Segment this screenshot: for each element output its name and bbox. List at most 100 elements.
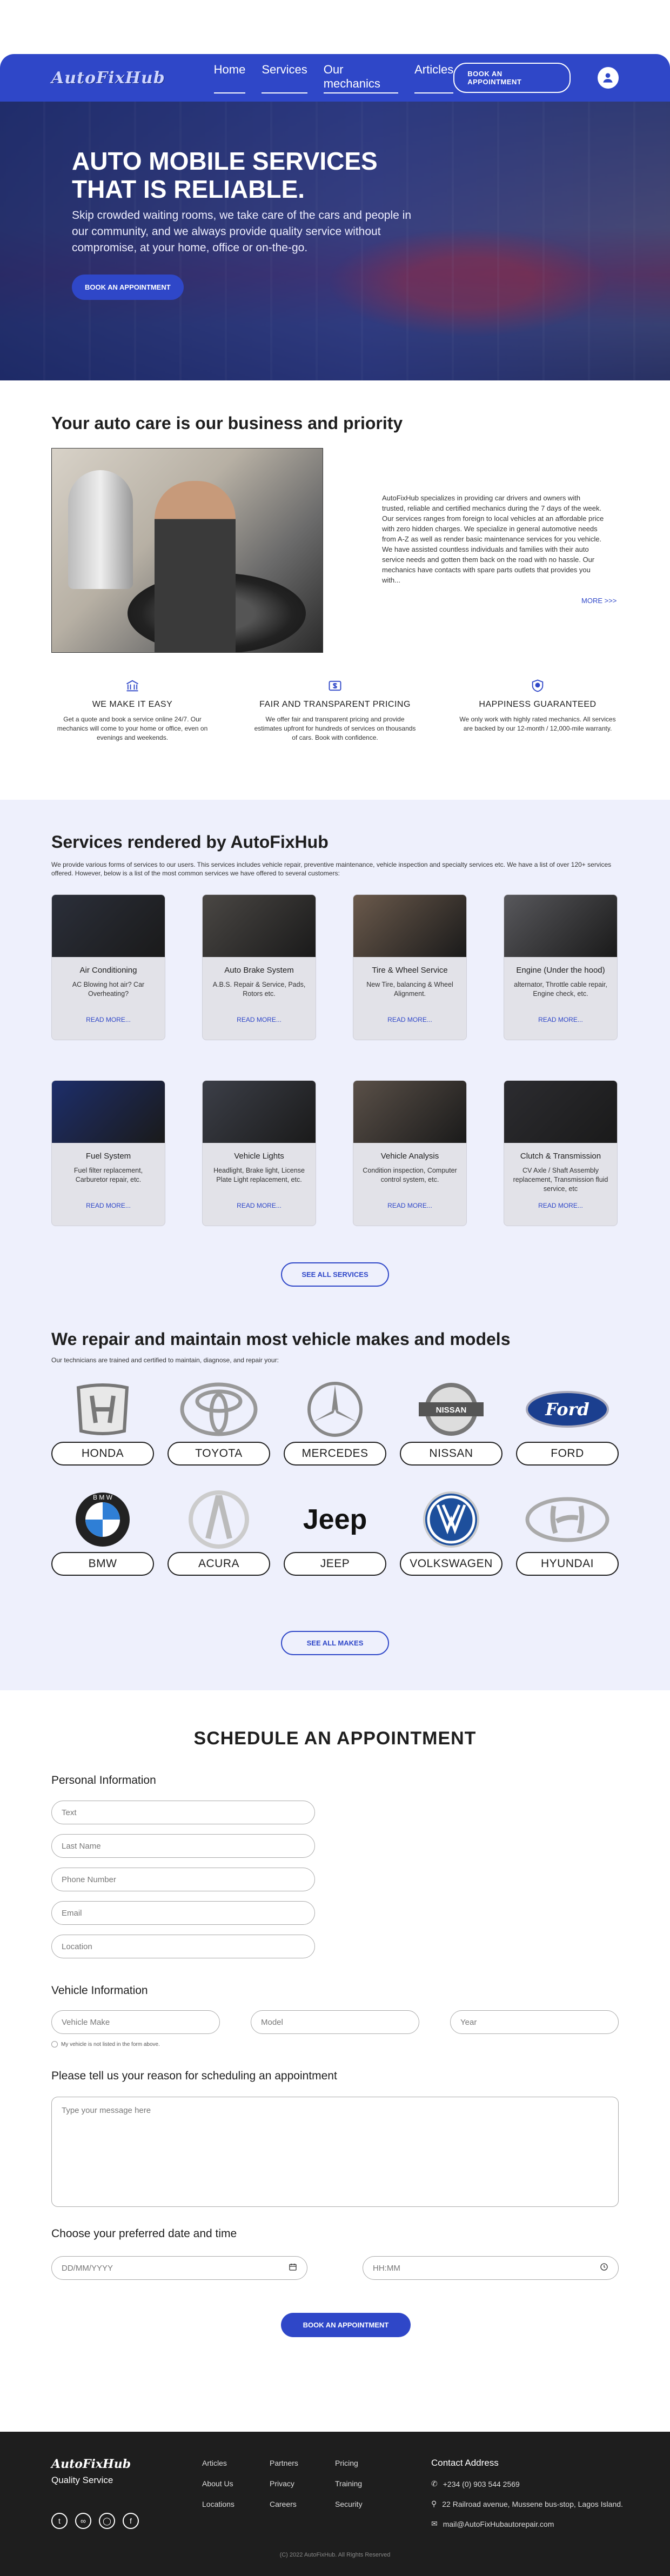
- phone-input[interactable]: Phone Number: [51, 1868, 315, 1891]
- nav-link-services[interactable]: Services: [262, 63, 307, 93]
- make-jeep[interactable]: Jeep JEEP: [284, 1487, 386, 1576]
- service-card[interactable]: Auto Brake System A.B.S. Repair & Service…: [202, 894, 316, 1040]
- service-card[interactable]: Clutch & Transmission CV Axle / Shaft Ass…: [504, 1080, 618, 1226]
- mail-icon: ✉: [431, 2519, 438, 2528]
- last-name-input[interactable]: Last Name: [51, 1834, 315, 1858]
- user-account-icon[interactable]: [597, 67, 619, 89]
- service-read-more-link[interactable]: READ MORE...: [203, 1016, 316, 1023]
- make-ford[interactable]: Ford FORD: [516, 1377, 619, 1466]
- footer-link-articles[interactable]: Articles: [202, 2459, 234, 2467]
- clock-icon[interactable]: [600, 2263, 608, 2273]
- service-image: [203, 1081, 316, 1143]
- service-card[interactable]: Air Conditioning AC Blowing hot air? Car …: [51, 894, 165, 1040]
- footer-link-partners[interactable]: Partners: [270, 2459, 298, 2467]
- see-all-services-button[interactable]: SEE ALL SERVICES: [281, 1262, 389, 1287]
- service-title: Fuel System: [85, 1152, 131, 1161]
- make-name[interactable]: NISSAN: [400, 1442, 502, 1466]
- email-text[interactable]: mail@AutoFixHubautorepair.com: [443, 2520, 554, 2528]
- make-nissan[interactable]: NISSAN NISSAN: [400, 1377, 502, 1466]
- services-grid: Air Conditioning AC Blowing hot air? Car …: [51, 894, 619, 1226]
- nav-link-articles[interactable]: Articles: [414, 63, 454, 93]
- service-card[interactable]: Vehicle Lights Headlight, Brake light, Li…: [202, 1080, 316, 1226]
- feature-title: HAPPINESS GUARANTEED: [479, 700, 597, 709]
- make-honda[interactable]: HONDA: [51, 1377, 154, 1466]
- make-mercedes[interactable]: MERCEDES: [284, 1377, 386, 1466]
- see-all-makes-button[interactable]: SEE ALL MAKES: [281, 1631, 389, 1655]
- makes-grid: HONDA TOYOTA MERCEDES NISSAN NISSAN Ford FORD B…: [51, 1377, 619, 1576]
- make-name[interactable]: MERCEDES: [284, 1442, 386, 1466]
- footer-link-security[interactable]: Security: [335, 2500, 363, 2508]
- vehicle-not-listed-checkbox[interactable]: My vehicle is not listed in the form abo…: [51, 2041, 160, 2048]
- service-text: CV Axle / Shaft Assembly replacement, Tr…: [513, 1167, 608, 1193]
- service-read-more-link[interactable]: READ MORE...: [203, 1202, 316, 1209]
- honda-logo-icon: [51, 1377, 154, 1442]
- service-card[interactable]: Fuel System Fuel filter replacement, Carb…: [51, 1080, 165, 1226]
- footer-link-locations[interactable]: Locations: [202, 2500, 234, 2508]
- datetime-label: Choose your preferred date and time: [51, 2227, 237, 2240]
- make-name[interactable]: FORD: [516, 1442, 619, 1466]
- service-read-more-link[interactable]: READ MORE...: [353, 1016, 466, 1023]
- footer-logo[interactable]: AutoFixHub: [51, 2457, 131, 2471]
- service-card[interactable]: Engine (Under the hood) alternator, Throt…: [504, 894, 618, 1040]
- about-more-link[interactable]: MORE >>>: [581, 597, 617, 605]
- service-card[interactable]: Vehicle Analysis Condition inspection, Co…: [353, 1080, 467, 1226]
- instagram-icon[interactable]: ◯: [99, 2513, 115, 2529]
- service-text: A.B.S. Repair & Service, Pads, Rotors et…: [212, 981, 306, 998]
- make-acura[interactable]: ACURA: [168, 1487, 270, 1576]
- service-text: Fuel filter replacement, Carburetor repa…: [73, 1167, 143, 1183]
- make-name[interactable]: ACURA: [168, 1552, 270, 1576]
- footer-contact: Contact Address ✆ +234 (0) 903 544 2569 …: [431, 2458, 623, 2539]
- make-volkswagen[interactable]: VOLKSWAGEN: [400, 1487, 502, 1576]
- service-read-more-link[interactable]: READ MORE...: [353, 1202, 466, 1209]
- features-row: WE MAKE IT EASY Get a quote and book a s…: [51, 678, 619, 742]
- make-name[interactable]: VOLKSWAGEN: [400, 1552, 502, 1576]
- footer-link-pricing[interactable]: Pricing: [335, 2459, 363, 2467]
- hyundai-logo-icon: [516, 1487, 619, 1552]
- service-card[interactable]: Tire & Wheel Service New Tire, balancing …: [353, 894, 467, 1040]
- facebook-icon[interactable]: f: [123, 2513, 139, 2529]
- photo-mechanic-shape: [155, 481, 236, 652]
- first-name-input[interactable]: Text: [51, 1801, 315, 1824]
- service-image: [52, 1081, 165, 1143]
- footer-tagline: Quality Service: [51, 2475, 113, 2485]
- service-read-more-link[interactable]: READ MORE...: [504, 1202, 617, 1209]
- feature-easy: WE MAKE IT EASY Get a quote and book a s…: [51, 678, 213, 742]
- make-toyota[interactable]: TOYOTA: [168, 1377, 270, 1466]
- make-name[interactable]: BMW: [51, 1552, 154, 1576]
- site-logo[interactable]: AutoFixHub: [51, 69, 165, 88]
- make-bmw[interactable]: B M W BMW: [51, 1487, 154, 1576]
- make-name[interactable]: HYUNDAI: [516, 1552, 619, 1576]
- service-read-more-link[interactable]: READ MORE...: [504, 1016, 617, 1023]
- vehicle-year-input[interactable]: Year: [450, 2010, 619, 2034]
- make-name[interactable]: JEEP: [284, 1552, 386, 1576]
- date-input[interactable]: DD/MM/YYYY: [51, 2256, 307, 2280]
- footer-link-privacy[interactable]: Privacy: [270, 2479, 298, 2488]
- contact-email: ✉ mail@AutoFixHubautorepair.com: [431, 2519, 623, 2528]
- footer-link-training[interactable]: Training: [335, 2479, 363, 2488]
- twitter-icon[interactable]: t: [51, 2513, 68, 2529]
- location-input[interactable]: Location: [51, 1935, 315, 1958]
- nav-link-home[interactable]: Home: [213, 63, 246, 93]
- vehicle-make-input[interactable]: Vehicle Make: [51, 2010, 220, 2034]
- reason-textarea[interactable]: Type your message here: [51, 2097, 619, 2207]
- nav-link-mechanics[interactable]: Our mechanics: [323, 63, 399, 93]
- submit-appointment-button[interactable]: BOOK AN APPOINTMENT: [281, 2313, 411, 2337]
- footer-link-about[interactable]: About Us: [202, 2479, 234, 2488]
- make-name[interactable]: HONDA: [51, 1442, 154, 1466]
- link-icon[interactable]: ∞: [75, 2513, 91, 2529]
- service-read-more-link[interactable]: READ MORE...: [52, 1016, 165, 1023]
- make-name[interactable]: TOYOTA: [168, 1442, 270, 1466]
- phone-text: +234 (0) 903 544 2569: [443, 2479, 520, 2488]
- hero-book-appointment-button[interactable]: BOOK AN APPOINTMENT: [72, 275, 184, 300]
- svg-text:Ford: Ford: [545, 1399, 589, 1420]
- vehicle-model-input[interactable]: Model: [251, 2010, 419, 2034]
- time-input[interactable]: HH:MM: [363, 2256, 619, 2280]
- service-title: Vehicle Analysis: [380, 1152, 439, 1161]
- checkbox-circle[interactable]: [51, 2041, 58, 2048]
- email-input[interactable]: Email: [51, 1901, 315, 1925]
- calendar-icon[interactable]: [289, 2263, 297, 2273]
- service-read-more-link[interactable]: READ MORE...: [52, 1202, 165, 1209]
- footer-link-careers[interactable]: Careers: [270, 2500, 298, 2508]
- make-hyundai[interactable]: HYUNDAI: [516, 1487, 619, 1576]
- nav-book-appointment-button[interactable]: BOOK AN APPOINTMENT: [453, 63, 571, 93]
